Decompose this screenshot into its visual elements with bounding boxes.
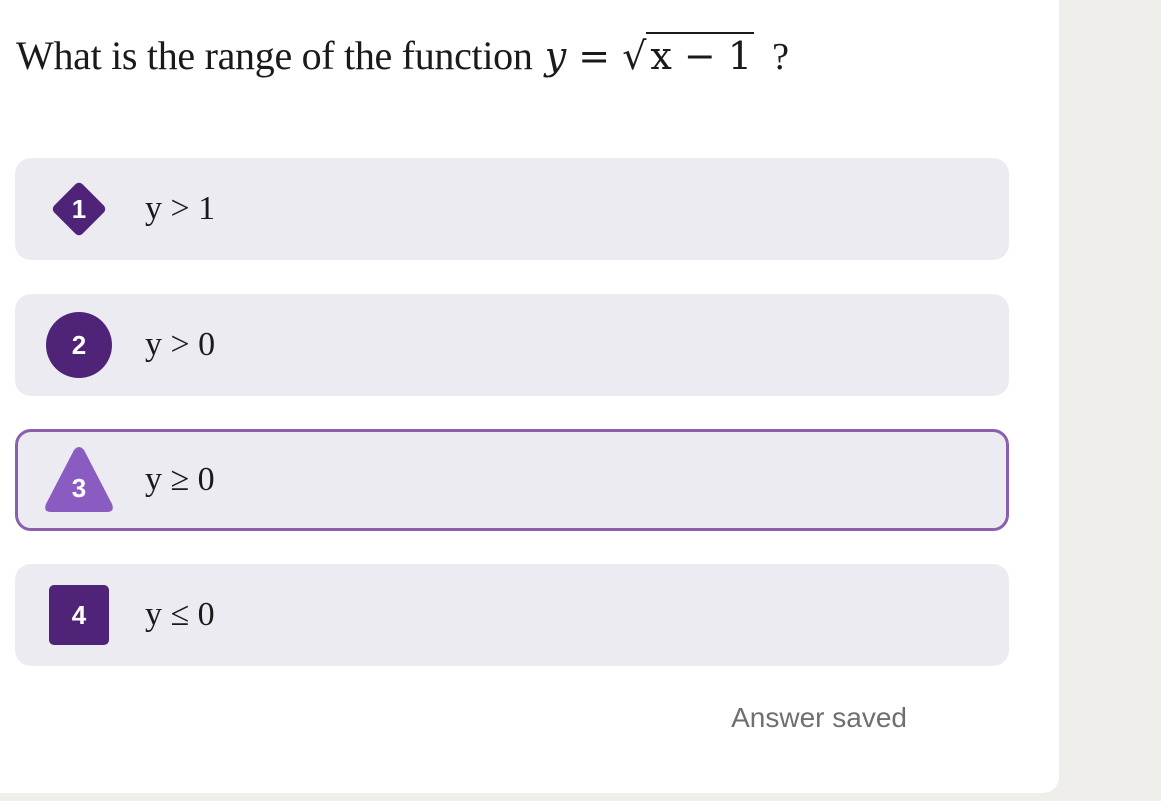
math-y: y (544, 34, 567, 78)
question-prompt: What is the range of the function y = √ x… (16, 30, 789, 83)
square-badge-icon: 4 (45, 581, 113, 649)
answer-option-1[interactable]: 1 y > 1 (15, 158, 1009, 260)
sqrt-expression: √ x − 1 (622, 30, 755, 82)
circle-badge-icon: 2 (45, 311, 113, 379)
option-number: 2 (71, 330, 87, 360)
option-number: 1 (71, 194, 87, 224)
option-label: y ≤ 0 (145, 596, 215, 633)
option-label: y > 1 (145, 190, 216, 227)
triangle-badge-icon: 3 (45, 446, 113, 514)
answer-option-3[interactable]: 3 y ≥ 0 (15, 429, 1009, 531)
option-number: 4 (71, 600, 87, 630)
question-text: What is the range of the function (16, 33, 533, 78)
sqrt-radicand: x − 1 (646, 32, 755, 78)
answer-option-4[interactable]: 4 y ≤ 0 (15, 564, 1009, 666)
option-label: y > 0 (145, 326, 216, 363)
question-card: What is the range of the function y = √ x… (0, 0, 1059, 793)
diamond-badge-icon: 1 (45, 175, 113, 243)
answer-option-2[interactable]: 2 y > 0 (15, 294, 1009, 396)
sqrt-symbol: √ (622, 34, 647, 78)
question-mark: ? (772, 36, 789, 78)
math-equals: = (578, 34, 611, 78)
answer-saved-status: Answer saved (731, 702, 907, 733)
option-number: 3 (71, 473, 87, 503)
option-label: y ≥ 0 (145, 461, 215, 498)
